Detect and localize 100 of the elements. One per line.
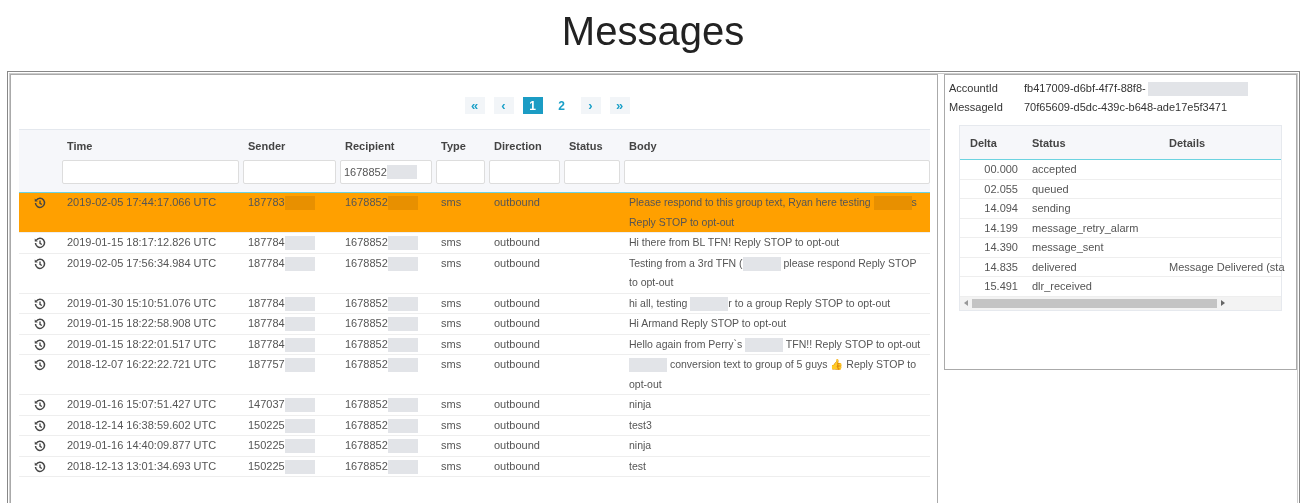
column-header[interactable]: Type xyxy=(441,140,466,152)
body-cell-text: hi all, testing r to a group Reply STOP to opt-out xyxy=(628,295,892,313)
recipient-cell-text: 1678852 xyxy=(345,295,388,311)
scroll-left-icon[interactable] xyxy=(964,300,968,306)
type-cell-text: sms xyxy=(441,336,462,352)
column-header[interactable]: Time xyxy=(67,140,93,152)
body-cell-text: Hello again from Perry`s TFN!! Reply STOP to opt-out xyxy=(628,336,922,354)
body-cell-text: ninja xyxy=(628,397,653,412)
body-cell-text: ninja xyxy=(628,438,653,453)
table-row[interactable]: 2018-12-14 16:38:59.602 UTC 150225 1678852 sms outbound test3 xyxy=(19,415,930,436)
history-icon[interactable] xyxy=(34,399,46,411)
direction-cell-text: outbound xyxy=(494,458,540,474)
time-cell-text: 2018-12-13 13:01:34.693 UTC xyxy=(67,458,217,474)
page-title: Messages xyxy=(560,8,746,55)
time-cell-text: 2018-12-14 16:38:59.602 UTC xyxy=(67,417,217,433)
direction-cell-text: outbound xyxy=(494,397,540,412)
history-icon[interactable] xyxy=(34,359,46,371)
type-cell-text: sms xyxy=(441,397,462,412)
direction-cell-text: outbound xyxy=(494,255,540,271)
history-icon[interactable] xyxy=(34,237,46,249)
field-label: MessageId xyxy=(949,100,1004,115)
filter-field[interactable] xyxy=(436,160,485,184)
recipient-cell-text: 1678852 xyxy=(345,255,388,271)
body-cell-text: test xyxy=(628,458,647,474)
sender-cell-text: 187757 xyxy=(248,357,285,372)
status-cell: delivered xyxy=(1032,260,1077,273)
history-icon[interactable] xyxy=(34,440,46,452)
recipient-cell-text: 1678852 xyxy=(345,195,388,210)
direction-cell-text: outbound xyxy=(494,357,540,372)
table-row[interactable]: 2019-01-16 14:40:09.877 UTC 150225 1678852 sms outbound ninja xyxy=(19,436,930,457)
time-cell-text: 2019-01-16 15:07:51.427 UTC xyxy=(67,397,217,412)
sender-cell-text: 187784 xyxy=(248,336,285,352)
recipient-cell-text: 1678852 xyxy=(345,316,388,331)
direction-cell-text: outbound xyxy=(494,195,540,210)
recipient-cell-text: 1678852 xyxy=(345,336,388,352)
column-header[interactable]: Direction xyxy=(494,140,542,152)
filter-field[interactable] xyxy=(564,160,620,184)
delta-cell: 15.491 xyxy=(984,280,1018,292)
sender-cell-text: 187784 xyxy=(248,295,285,311)
status-cell: dlr_received xyxy=(1032,280,1092,292)
column-header[interactable]: Delta xyxy=(970,136,997,149)
field-label: AccountId xyxy=(949,81,999,96)
column-header[interactable]: Sender xyxy=(248,140,286,152)
body-cell-text: Hi there from BL TFN! Reply STOP to opt-out xyxy=(628,235,841,250)
body-cell-text: Please respond to this group text, Ryan here testing s Reply STOP to opt-out xyxy=(628,195,918,230)
status-cell: sending xyxy=(1032,202,1071,214)
time-cell-text: 2019-01-15 18:17:12.826 UTC xyxy=(67,235,217,250)
table-row[interactable]: 2018-12-13 13:01:34.693 UTC 150225 1678852 sms outbound test xyxy=(19,456,930,477)
history-icon[interactable] xyxy=(34,257,46,270)
table-row[interactable]: 2019-02-05 17:44:17.066 UTC 187783 1678852 sms outbound Please respond to this group text, Ryan here testing s Reply STOP to opt-out xyxy=(19,193,930,233)
type-cell-text: sms xyxy=(441,357,462,372)
column-header[interactable]: Body xyxy=(629,140,657,152)
recipient-cell-text: 1678852 xyxy=(345,438,388,453)
recipient-cell-text: 1678852 xyxy=(345,397,388,412)
history-icon[interactable] xyxy=(34,460,46,473)
table-row[interactable]: 2019-01-15 18:22:58.908 UTC 187784 1678852 sms outbound Hi Armand Reply STOP to opt-out xyxy=(19,314,930,335)
column-header[interactable]: Status xyxy=(1032,136,1066,149)
delta-cell: 14.199 xyxy=(984,221,1018,234)
delta-cell: 14.835 xyxy=(984,260,1018,273)
history-icon[interactable] xyxy=(34,318,46,330)
filter-field[interactable] xyxy=(243,160,336,184)
time-cell-text: 2019-02-05 17:56:34.984 UTC xyxy=(67,255,217,271)
recipient-cell-text: 1678852 xyxy=(345,458,388,474)
history-icon[interactable] xyxy=(34,338,46,351)
sender-cell-text: 187784 xyxy=(248,316,285,331)
history-icon[interactable] xyxy=(34,419,46,432)
table-row[interactable]: 2019-01-30 15:10:51.076 UTC 187784 1678852 sms outbound hi all, testing r to a group Reply STOP to opt-out xyxy=(19,293,930,314)
table-row[interactable]: 2019-01-16 15:07:51.427 UTC 147037 1678852 sms outbound ninja xyxy=(19,395,930,416)
time-cell-text: 2019-01-15 18:22:58.908 UTC xyxy=(67,316,217,331)
table-row[interactable]: 2019-01-15 18:22:01.517 UTC 187784 1678852 sms outbound Hello again from Perry`s TFN!! Reply STOP to opt-out xyxy=(19,334,930,355)
status-cell: accepted xyxy=(1032,163,1077,175)
type-cell-text: sms xyxy=(441,295,462,311)
direction-cell-text: outbound xyxy=(494,295,540,311)
field-value: 70f65609-d5dc-439c-b648-ade17e5f3471 xyxy=(1024,100,1228,115)
column-header[interactable]: Details xyxy=(1169,136,1206,149)
column-header[interactable]: Status xyxy=(569,140,603,152)
filter-field[interactable] xyxy=(489,160,560,184)
delta-cell: 02.055 xyxy=(984,182,1018,195)
sender-cell-text: 187784 xyxy=(248,235,285,250)
sender-cell-text: 187783 xyxy=(248,195,285,210)
status-cell: message_sent xyxy=(1032,241,1104,253)
history-icon[interactable] xyxy=(34,297,46,310)
time-cell-text: 2019-02-05 17:44:17.066 UTC xyxy=(67,195,217,210)
body-cell-text: Hi Armand Reply STOP to opt-out xyxy=(628,316,788,331)
sender-cell-text: 150225 xyxy=(248,458,285,474)
time-cell-text: 2019-01-16 14:40:09.877 UTC xyxy=(67,438,217,453)
scroll-right-icon[interactable] xyxy=(1221,300,1225,306)
sender-cell-text: 187784 xyxy=(248,255,285,271)
type-cell-text: sms xyxy=(441,417,462,433)
filter-field[interactable] xyxy=(62,160,239,184)
type-cell-text: sms xyxy=(441,235,462,250)
filter-field[interactable]: 1678852 xyxy=(340,160,432,184)
table-row[interactable]: 2019-01-15 18:17:12.826 UTC 187784 1678852 sms outbound Hi there from BL TFN! Reply STOP to opt-out xyxy=(19,233,930,254)
history-icon[interactable] xyxy=(34,197,46,209)
delta-cell: 00.000 xyxy=(984,163,1018,175)
body-cell-text: test3 xyxy=(628,417,653,433)
sender-cell-text: 150225 xyxy=(248,417,285,433)
column-header[interactable]: Recipient xyxy=(345,140,395,152)
recipient-cell-text: 1678852 xyxy=(345,417,388,433)
filter-field[interactable] xyxy=(624,160,930,184)
